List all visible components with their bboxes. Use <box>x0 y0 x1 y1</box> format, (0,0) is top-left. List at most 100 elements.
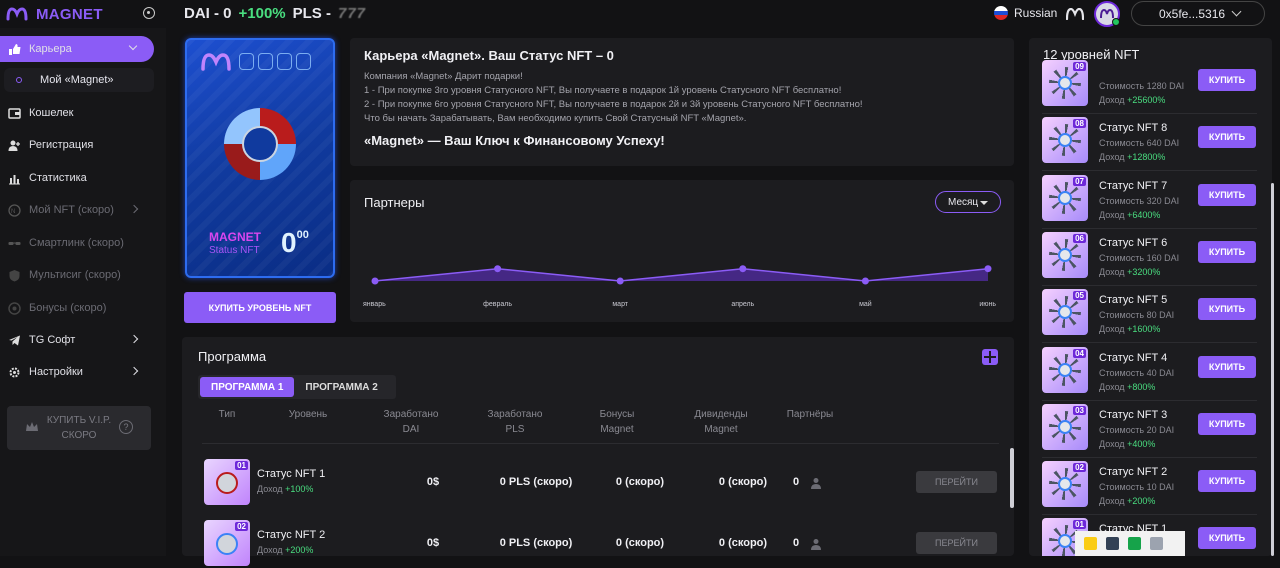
nft-level-item: 08 Статус NFT 8 Стоимость 640 DAI Доход +12… <box>1042 114 1257 172</box>
buy-level-button[interactable]: КУПИТЬ <box>1198 298 1256 321</box>
wallet-address-button[interactable]: 0x5fe...5316 <box>1131 1 1265 26</box>
nft-level-item: 03 Статус NFT 3 Стоимость 20 DAI Доход +400… <box>1042 401 1257 458</box>
sidebar-item-bonuses[interactable]: Бонусы (скоро) <box>0 295 155 321</box>
buy-level-button[interactable]: КУПИТЬ <box>1198 126 1256 149</box>
period-dropdown[interactable]: Месяц <box>935 191 1001 213</box>
calculator-icon[interactable] <box>982 349 998 365</box>
check-icon[interactable] <box>1150 537 1163 550</box>
nft-thumbnail: 02 <box>204 520 250 566</box>
buy-level-button[interactable]: КУПИТЬ <box>1198 470 1256 493</box>
sidebar: Карьера Мой «Magnet» Кошелек Регистрация… <box>0 28 166 556</box>
chart-point[interactable] <box>616 277 624 285</box>
chart-tick-label: февраль <box>483 301 512 308</box>
sidebar-item-tg-soft[interactable]: TG Софт <box>0 327 155 353</box>
nft-ring-image <box>224 108 296 180</box>
buy-nft-level-button[interactable]: КУПИТЬ УРОВЕНЬ NFT <box>184 292 336 323</box>
sidebar-item-statistics[interactable]: Статистика <box>0 165 155 191</box>
table-divider <box>202 443 999 444</box>
telegram-icon <box>8 334 21 347</box>
thumbs-up-icon <box>8 43 21 56</box>
row-income: Доход +100% <box>257 484 314 494</box>
nft-thumbnail: 04 <box>1042 346 1088 393</box>
level-name: Статус NFT 8 <box>1099 122 1168 135</box>
app-icon[interactable] <box>1128 537 1141 550</box>
sidebar-item-registration[interactable]: Регистрация <box>0 132 155 158</box>
sidebar-item-smartlink[interactable]: Смартлинк (скоро) <box>0 230 155 256</box>
chart-point[interactable] <box>739 265 747 273</box>
avatar-logo-icon <box>1100 9 1114 19</box>
go-button[interactable]: ПЕРЕЙТИ <box>916 532 997 554</box>
chart-tick-label: июнь <box>979 301 996 308</box>
row-pls: 0 PLS (скоро) <box>499 537 573 549</box>
help-icon[interactable]: ? <box>119 420 133 434</box>
person-icon <box>811 539 821 550</box>
chart-point[interactable] <box>494 265 502 273</box>
sidebar-item-label: Регистрация <box>29 139 94 151</box>
norton-icon[interactable] <box>1084 537 1097 550</box>
wallet-icon <box>8 107 21 120</box>
nvidia-icon[interactable] <box>1106 537 1119 550</box>
crown-icon <box>26 422 38 431</box>
sidebar-item-career[interactable]: Карьера <box>0 36 154 62</box>
chart-point[interactable] <box>984 265 992 273</box>
level-cost: Стоимость 1280 DAI <box>1099 81 1185 91</box>
sidebar-item-label: Карьера <box>29 43 72 55</box>
level-income: Доход +12800% <box>1099 152 1166 163</box>
magnet-logo-icon <box>6 7 28 21</box>
chart-tick-label: май <box>859 300 872 308</box>
sidebar-subitem-my-magnet[interactable]: Мой «Magnet» <box>4 68 154 92</box>
sidebar-item-multisig[interactable]: Мультисиг (скоро) <box>0 262 155 288</box>
tab-program-1[interactable]: ПРОГРАММА 1 <box>200 377 295 397</box>
row-dividends: 0 (скоро) <box>718 537 768 549</box>
nft-thumbnail: 02 <box>1042 461 1088 508</box>
buy-level-button[interactable]: КУПИТЬ <box>1198 355 1256 378</box>
level-income: Доход +400% <box>1099 438 1156 449</box>
main-scrollbar[interactable] <box>1010 448 1014 508</box>
level-cost: Стоимость 640 DAI <box>1099 138 1180 149</box>
pls-value: 777 <box>337 5 367 22</box>
buy-level-button[interactable]: КУПИТЬ <box>1198 69 1256 91</box>
buy-level-button[interactable]: КУПИТЬ <box>1198 183 1256 206</box>
system-tray <box>1075 531 1185 556</box>
level-cost: Стоимость 20 DAI <box>1099 424 1175 435</box>
chart-point[interactable] <box>861 277 869 285</box>
sidebar-item-settings[interactable]: Настройки <box>0 359 155 385</box>
magnet-logo-icon <box>201 53 231 71</box>
buy-level-button[interactable]: КУПИТЬ <box>1198 412 1256 435</box>
level-name: Статус NFT 3 <box>1099 408 1168 421</box>
coin-icon <box>8 301 21 315</box>
nft-level-item: 02 Статус NFT 2 Стоимость 10 DAI Доход +200… <box>1042 458 1257 516</box>
collapse-sidebar-icon[interactable] <box>143 7 155 19</box>
table-row: 02 Статус NFT 2 Доход +200% 0$ 0 PLS (ск… <box>204 520 1002 568</box>
row-dai: 0$ <box>426 476 440 488</box>
magnet-mark-icon[interactable] <box>1066 8 1084 20</box>
status-nft-card: MAGNET Status NFT 000 <box>185 38 335 278</box>
partners-panel: январь февраль март апрель май июнь Партнеры … <box>350 180 1014 322</box>
level-name: Статус NFT 5 <box>1099 294 1168 307</box>
sidebar-item-my-nft[interactable]: N Мой NFT (скоро) <box>0 197 155 223</box>
vip-button[interactable]: КУПИТЬ V.I.P. СКОРО ? <box>7 406 151 450</box>
column-header: Тип <box>218 409 236 420</box>
sidebar-item-wallet[interactable]: Кошелек <box>0 100 155 126</box>
level-income: Доход +800% <box>1099 381 1156 392</box>
user-avatar[interactable] <box>1094 1 1120 27</box>
go-button[interactable]: ПЕРЕЙТИ <box>916 471 997 493</box>
buy-level-button[interactable]: КУПИТЬ <box>1198 240 1256 263</box>
level-cost: Стоимость 80 DAI <box>1099 310 1175 321</box>
nft-level-item: 07 Статус NFT 7 Стоимость 320 DAI Доход +64… <box>1042 172 1257 229</box>
career-info-panel: Карьера «Magnet». Ваш Статус NFT – 0 Ком… <box>350 38 1014 166</box>
chart-point[interactable] <box>371 277 379 285</box>
row-partners: 0 <box>792 476 800 488</box>
language-selector[interactable]: Russian <box>994 6 1057 20</box>
tab-program-2[interactable]: ПРОГРАММА 2 <box>294 377 388 397</box>
nft-levels-panel: 12 уровней NFT 09 Стоимость 1280 DAI Доход… <box>1029 38 1272 556</box>
level-income: Доход +25600% <box>1099 95 1166 105</box>
levels-scrollbar[interactable] <box>1271 183 1274 556</box>
partners-title: Партнеры <box>364 195 425 210</box>
nft-thumbnail: 08 <box>1042 117 1088 164</box>
brand-logo[interactable]: MAGNET <box>0 3 166 25</box>
person-icon <box>811 478 821 489</box>
buy-level-button[interactable]: КУПИТЬ <box>1198 527 1256 550</box>
wallet-address: 0x5fe...5316 <box>1159 6 1226 21</box>
language-label: Russian <box>1014 6 1058 20</box>
